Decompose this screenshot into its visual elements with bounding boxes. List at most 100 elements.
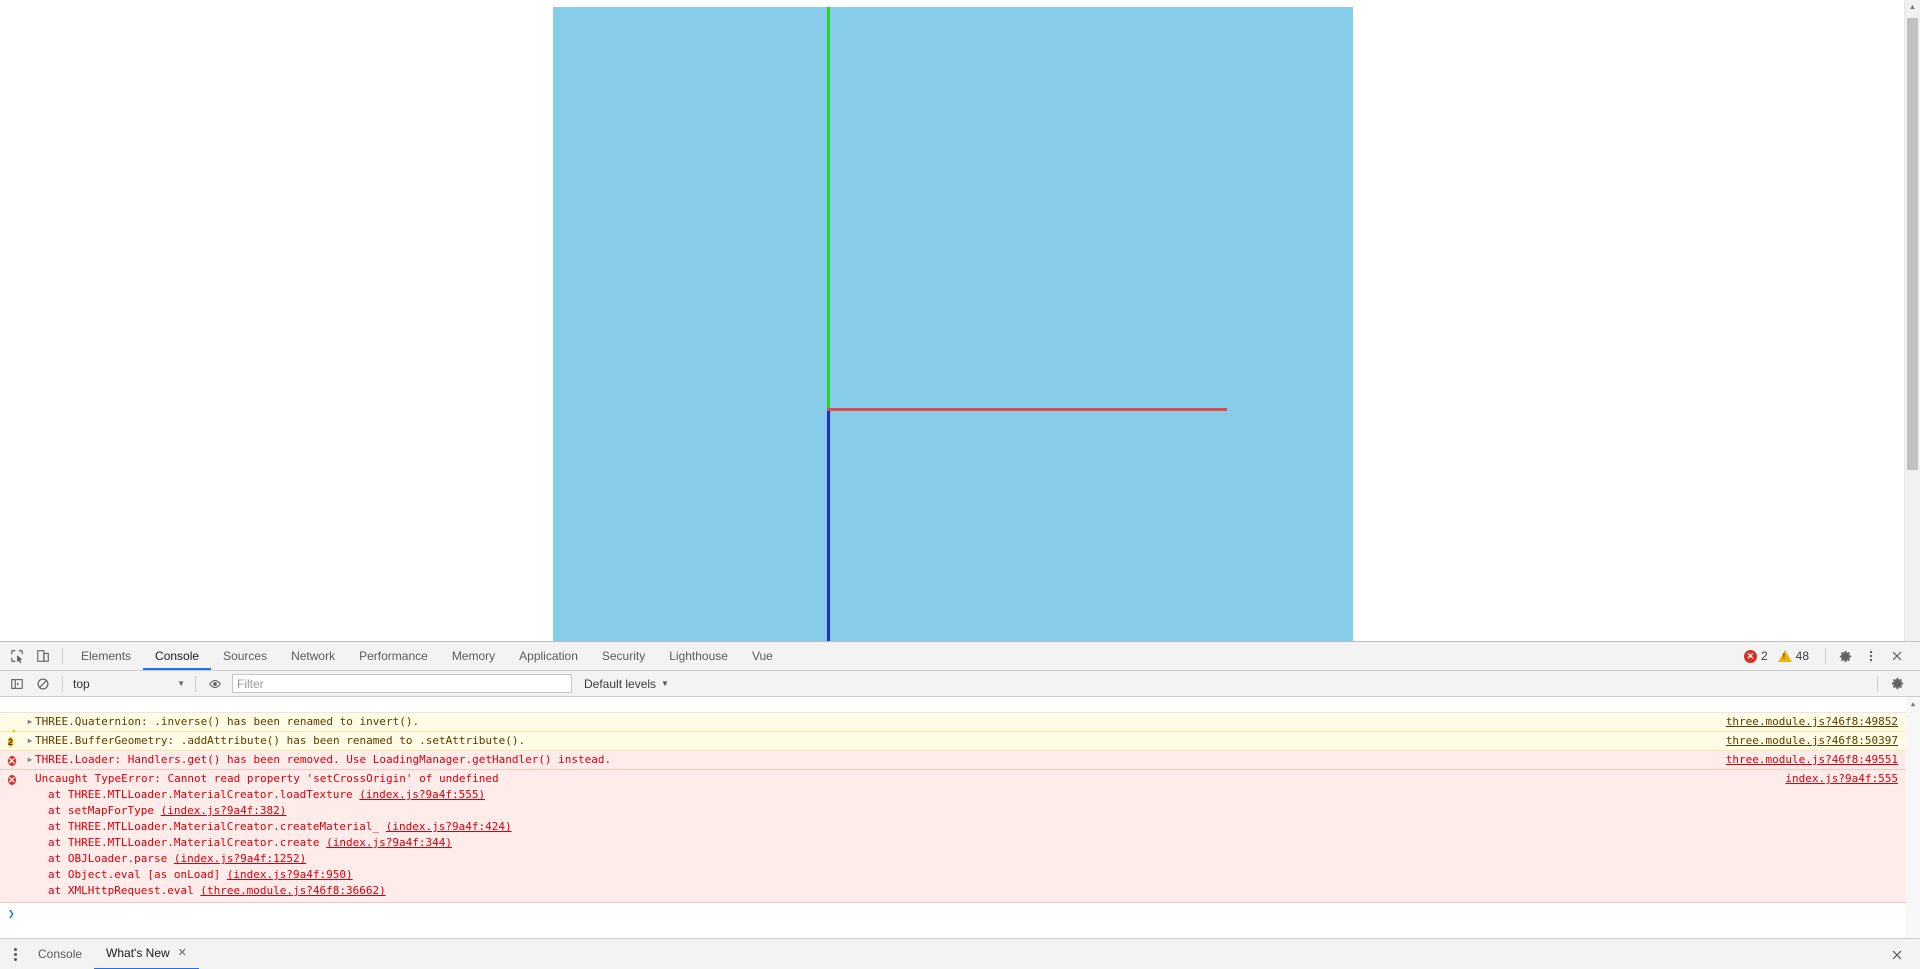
error-circle-icon: ✕ [8, 753, 22, 767]
log-levels-value: Default levels [584, 676, 657, 691]
console-message-error-loader[interactable]: ✕ ▶ THREE.Loader: Handlers.get() has bee… [0, 751, 1920, 770]
stack-frame-fn: at THREE.MTLLoader.MaterialCreator.creat… [48, 820, 386, 833]
error-badge: ✕ [8, 756, 16, 766]
stack-frame-fn: at Object.eval [as onLoad] [48, 868, 227, 881]
drawer-tab-console[interactable]: Console [26, 939, 94, 969]
error-circle-icon: ✕ [1743, 649, 1757, 663]
expand-arrow-icon[interactable]: ▶ [25, 714, 35, 730]
console-scroll-up-arrow-icon[interactable]: ▲ [1906, 697, 1920, 711]
page-viewport: ▲ [0, 0, 1920, 641]
stack-frame-fn: at THREE.MTLLoader.MaterialCreator.creat… [48, 836, 327, 849]
device-toolbar-icon[interactable] [30, 643, 56, 669]
message-text: THREE.Loader: Handlers.get() has been re… [35, 753, 612, 766]
warning-triangle-icon [8, 715, 22, 740]
chevron-down-icon-levels: ▼ [661, 679, 669, 688]
message-text: THREE.BufferGeometry: .addAttribute() ha… [35, 734, 526, 747]
execution-context-select[interactable]: top ▼ [69, 674, 189, 694]
page-scrollbar-thumb[interactable] [1907, 18, 1918, 470]
console-scrollbar[interactable]: ▲ [1906, 697, 1920, 938]
filterbar-divider-3 [1877, 675, 1878, 692]
stack-frame-location[interactable]: (index.js?9a4f:344) [326, 836, 452, 849]
drawer-tab-console-label: Console [38, 947, 83, 961]
message-text: THREE.Quaternion: .inverse() has been re… [35, 715, 420, 728]
scroll-up-arrow-icon[interactable]: ▲ [1905, 0, 1920, 15]
console-prompt[interactable]: ❯ [0, 903, 1920, 923]
console-message-clipped[interactable] [0, 697, 1920, 713]
stack-frame-location[interactable]: (index.js?9a4f:950) [227, 868, 353, 881]
log-levels-select[interactable]: Default levels ▼ [584, 677, 669, 691]
x-axis-line [827, 408, 1227, 411]
console-settings-gear-icon[interactable] [1884, 671, 1910, 697]
page-scrollbar[interactable]: ▲ [1904, 0, 1920, 641]
stack-frame[interactable]: at OBJLoader.parse (index.js?9a4f:1252) [8, 851, 1920, 867]
three-js-canvas[interactable] [553, 7, 1353, 641]
stack-frame[interactable]: at Object.eval [as onLoad] (index.js?9a4… [8, 867, 1920, 883]
warning-count-badge: 2 [8, 737, 14, 747]
expand-arrow-icon[interactable]: ▶ [25, 733, 35, 749]
chevron-down-icon: ▼ [177, 679, 185, 688]
stack-frame-fn: at setMapForType [48, 804, 161, 817]
inspect-element-icon[interactable] [4, 643, 30, 669]
console-message-warning-quaternion[interactable]: ▶ THREE.Quaternion: .inverse() has been … [0, 713, 1920, 740]
stack-frame-location[interactable]: (index.js?9a4f:382) [161, 804, 287, 817]
filterbar-divider-2 [195, 675, 196, 692]
filterbar-right [1871, 671, 1916, 697]
stack-frame[interactable]: at THREE.MTLLoader.MaterialCreator.creat… [8, 819, 1920, 835]
stack-frame-location[interactable]: (index.js?9a4f:1252) [174, 852, 306, 865]
toolbar-divider [62, 648, 63, 664]
close-drawer-icon[interactable] [1884, 942, 1910, 968]
stack-frame-fn: at THREE.MTLLoader.MaterialCreator.loadT… [48, 788, 360, 801]
tab-performance[interactable]: Performance [347, 642, 440, 670]
tab-application[interactable]: Application [507, 642, 590, 670]
stack-frame-location[interactable]: (index.js?9a4f:555) [359, 788, 485, 801]
devtools-drawer: Console What's New ✕ [0, 938, 1920, 969]
message-source-link[interactable]: three.module.js?46f8:49551 [1726, 752, 1920, 768]
error-badge: ✕ [8, 775, 16, 785]
warning-count-icon: 2 [8, 734, 22, 748]
drawer-tab-whats-new[interactable]: What's New ✕ [94, 939, 199, 969]
devtools-window: ▲ Elements Console Sources Network Perfo… [0, 0, 1920, 969]
close-icon[interactable]: ✕ [178, 938, 187, 969]
tab-security[interactable]: Security [590, 642, 657, 670]
drawer-more-options-icon[interactable] [4, 943, 26, 967]
warning-triangle-icon [1777, 650, 1792, 662]
filterbar-divider-1 [62, 675, 63, 692]
tab-memory[interactable]: Memory [440, 642, 507, 670]
stack-frame[interactable]: at setMapForType (index.js?9a4f:382) [8, 803, 1920, 819]
tab-sources[interactable]: Sources [211, 642, 279, 670]
stack-frame-location[interactable]: (index.js?9a4f:424) [386, 820, 512, 833]
stack-frame[interactable]: at XMLHttpRequest.eval (three.module.js?… [8, 883, 1920, 899]
live-expression-eye-icon[interactable] [202, 671, 228, 697]
stack-frame-fn: at OBJLoader.parse [48, 852, 174, 865]
warning-count: 48 [1795, 649, 1809, 663]
tab-network[interactable]: Network [279, 642, 347, 670]
toolbar-divider-right [1825, 648, 1826, 664]
clear-console-icon[interactable] [30, 671, 56, 697]
message-source-link[interactable]: three.module.js?46f8:50397 [1726, 733, 1920, 749]
more-options-kebab-icon[interactable] [1858, 643, 1884, 669]
tab-lighthouse[interactable]: Lighthouse [657, 642, 740, 670]
prompt-caret-icon: ❯ [8, 906, 15, 920]
stack-frame-fn: at XMLHttpRequest.eval [48, 884, 201, 897]
devtools-tabbar-right: ✕ 2 48 [1743, 643, 1916, 669]
console-sidebar-toggle-icon[interactable] [4, 671, 30, 697]
settings-gear-icon[interactable] [1832, 643, 1858, 669]
stack-frame[interactable]: at THREE.MTLLoader.MaterialCreator.creat… [8, 835, 1920, 851]
y-axis-line [827, 7, 830, 408]
stack-frame[interactable]: at THREE.MTLLoader.MaterialCreator.loadT… [8, 787, 1920, 803]
message-source-link[interactable]: three.module.js?46f8:49852 [1726, 714, 1920, 730]
message-source-link[interactable]: index.js?9a4f:555 [1785, 771, 1920, 787]
stack-frame-location[interactable]: (three.module.js?46f8:36662) [200, 884, 385, 897]
close-devtools-icon[interactable] [1884, 643, 1910, 669]
message-text: Uncaught TypeError: Cannot read property… [35, 772, 499, 785]
expand-arrow-icon[interactable]: ▶ [25, 752, 35, 768]
console-message-warning-buffergeometry[interactable]: 2 ▶ THREE.BufferGeometry: .addAttribute(… [0, 732, 1920, 751]
issue-counters[interactable]: ✕ 2 48 [1743, 649, 1815, 663]
tab-elements[interactable]: Elements [69, 642, 143, 670]
console-message-error-typeerror[interactable]: ✕ ▶ Uncaught TypeError: Cannot read prop… [0, 770, 1920, 903]
console-filter-input[interactable] [232, 674, 572, 693]
tab-console[interactable]: Console [143, 642, 212, 670]
error-circle-icon: ✕ [8, 772, 22, 786]
tab-vue[interactable]: Vue [740, 642, 785, 670]
console-message-list[interactable]: ▶ THREE.Quaternion: .inverse() has been … [0, 697, 1920, 938]
